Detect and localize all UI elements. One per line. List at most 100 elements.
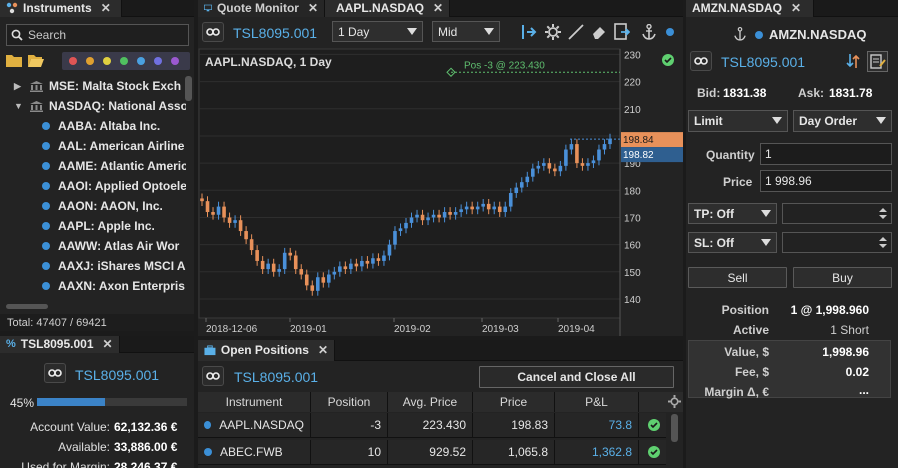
price-input[interactable]: 1 998.96 <box>760 170 892 192</box>
sell-button[interactable]: Sell <box>688 267 787 288</box>
tab-open-positions[interactable]: Open Positions ✕ <box>198 340 335 361</box>
column-header[interactable]: Position <box>311 392 388 412</box>
link-button[interactable] <box>690 51 712 71</box>
tp-select[interactable]: TP: Off <box>688 203 777 224</box>
column-header[interactable]: Instrument <box>198 392 311 412</box>
candle-body <box>382 255 386 261</box>
instrument-group[interactable]: ▼ NASDAQ: National Asso <box>0 96 186 116</box>
order-tabbar: AMZN.NASDAQ ✕ <box>686 0 898 17</box>
cursor-tool-icon[interactable] <box>521 23 539 41</box>
list-item[interactable]: AABA: Altaba Inc. <box>0 116 160 136</box>
y-tick-label: 230 <box>624 50 641 61</box>
buy-button[interactable]: Buy <box>793 267 892 288</box>
candle-body <box>260 260 265 270</box>
column-header[interactable]: Avg. Price <box>388 392 473 412</box>
row-ok-icon[interactable] <box>647 418 661 432</box>
candle-body <box>299 269 304 275</box>
candle-body <box>216 206 221 215</box>
candle-body <box>431 214 436 218</box>
column-header[interactable]: P&L <box>555 392 639 412</box>
account-tabbar: % TSL8095.001 ✕ <box>0 336 194 353</box>
bid-value[interactable]: 1831.38 <box>723 86 766 100</box>
list-item[interactable]: AAOI: Applied Optoele <box>0 176 186 196</box>
list-scrollbar[interactable] <box>185 76 192 101</box>
table-scrollbar[interactable] <box>671 414 678 442</box>
anchor-icon[interactable] <box>734 27 746 41</box>
color-filter-dot[interactable] <box>120 57 128 65</box>
table-cell-text: 929.52 <box>429 445 466 459</box>
export-icon[interactable] <box>614 23 630 41</box>
instrument-group[interactable]: ▶ MSE: Malta Stock Exch <box>0 76 181 96</box>
instrument-label: AAOI: Applied Optoele <box>58 179 186 193</box>
table-cell-position: 10 <box>311 440 388 464</box>
search-input[interactable]: Search <box>6 24 189 46</box>
tif-value: Day Order <box>799 114 858 128</box>
list-item[interactable]: AAXJ: iShares MSCI A <box>0 256 186 276</box>
order-type-select[interactable]: Limit <box>688 110 788 132</box>
stepper-icon[interactable] <box>879 236 887 249</box>
table-settings-icon[interactable] <box>668 395 681 408</box>
sl-input[interactable] <box>782 232 892 253</box>
table-row[interactable]: ABEC.FWB 10 929.52 1,065.8 1,362.8 <box>198 440 666 465</box>
list-item[interactable]: AAON: AAON, Inc. <box>0 196 163 216</box>
column-header[interactable]: Price <box>473 392 555 412</box>
expand-arrow-icon[interactable]: ▼ <box>14 101 26 111</box>
stepper-icon[interactable] <box>879 207 887 220</box>
list-item[interactable]: AAWW: Atlas Air Wor <box>0 236 179 256</box>
table-row[interactable]: AAPL.NASDAQ -3 223.430 198.83 73.8 <box>198 413 666 438</box>
tp-input[interactable] <box>782 203 892 224</box>
close-icon[interactable]: ✕ <box>318 343 328 357</box>
price-type-select[interactable]: Mid <box>432 21 500 42</box>
price-chart[interactable]: 1401501601701801902002102202302018-12-06… <box>198 46 683 336</box>
tab-instruments[interactable]: Instruments ✕ <box>0 0 122 17</box>
folder-open-icon[interactable] <box>28 53 44 67</box>
link-button[interactable] <box>44 363 66 383</box>
candle-body <box>525 176 530 183</box>
swap-icon[interactable] <box>846 53 860 69</box>
draw-line-icon[interactable] <box>568 24 584 40</box>
close-icon[interactable]: ✕ <box>101 1 111 15</box>
list-item[interactable]: AAL: American Airline <box>0 136 184 156</box>
close-icon[interactable]: ✕ <box>103 337 113 351</box>
color-filter-dot[interactable] <box>171 57 179 65</box>
candle-body <box>271 263 276 272</box>
close-icon[interactable]: ✕ <box>433 1 443 15</box>
table-cell-text: AAPL.NASDAQ <box>219 418 304 432</box>
color-filter-dot[interactable] <box>69 57 77 65</box>
notes-icon <box>870 54 886 69</box>
sl-select[interactable]: SL: Off <box>688 232 777 253</box>
positions-account-id: TSL8095.001 <box>234 369 319 385</box>
list-item[interactable]: AAPL: Apple Inc. <box>0 216 155 236</box>
tif-select[interactable]: Day Order <box>793 110 892 132</box>
quantity-input[interactable]: 1 <box>760 143 892 165</box>
tab-chart[interactable]: AAPL.NASDAQ ✕ <box>325 0 450 17</box>
settings-icon[interactable] <box>545 24 561 40</box>
active-value[interactable]: 1 Short <box>830 323 869 337</box>
link-button[interactable] <box>202 366 224 386</box>
period-select[interactable]: 1 Day <box>332 21 423 42</box>
color-filter-dot[interactable] <box>103 57 111 65</box>
list-item[interactable]: AAME: Atlantic Americ <box>0 156 186 176</box>
ask-value[interactable]: 1831.78 <box>829 86 872 100</box>
close-icon[interactable]: ✕ <box>791 1 801 15</box>
tab-account[interactable]: % TSL8095.001 ✕ <box>0 336 120 353</box>
close-icon[interactable]: ✕ <box>308 1 318 15</box>
expand-arrow-icon[interactable]: ▶ <box>14 81 26 92</box>
row-ok-icon[interactable] <box>647 445 661 459</box>
fee-value: 0.02 <box>845 365 869 379</box>
table-cell-instrument: ABEC.FWB <box>198 440 311 464</box>
tab-quote-monitor[interactable]: Quote Monitor ✕ <box>198 0 325 17</box>
tab-amzn[interactable]: AMZN.NASDAQ ✕ <box>686 0 814 17</box>
cancel-and-close-all-button[interactable]: Cancel and Close All <box>479 366 674 388</box>
bid-label: Bid: <box>697 86 721 100</box>
anchor-icon[interactable] <box>642 24 656 40</box>
eraser-icon[interactable] <box>591 24 607 40</box>
list-item[interactable]: AAXN: Axon Enterpris <box>0 276 185 296</box>
order-notes-button[interactable] <box>867 51 888 72</box>
link-button[interactable] <box>202 22 224 42</box>
folder-icon[interactable] <box>6 53 22 67</box>
horizontal-scrollbar[interactable] <box>6 304 48 309</box>
color-filter-dot[interactable] <box>86 57 94 65</box>
color-filter-dot[interactable] <box>137 57 145 65</box>
color-filter-dot[interactable] <box>154 57 162 65</box>
